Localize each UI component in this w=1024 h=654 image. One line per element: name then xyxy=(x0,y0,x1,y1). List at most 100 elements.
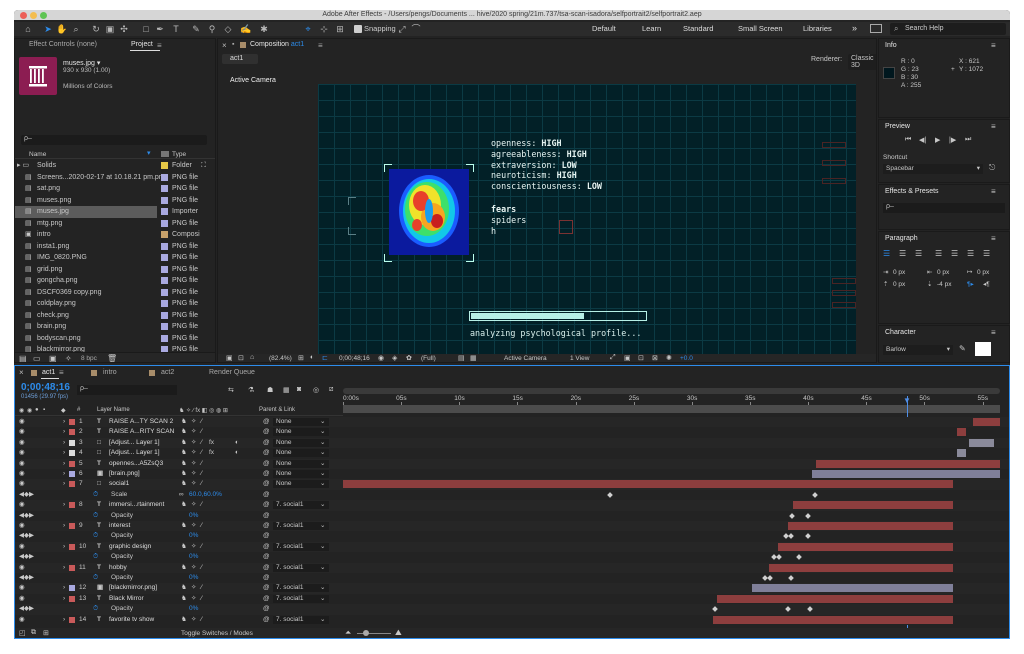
layer-duration-bar[interactable] xyxy=(968,438,995,447)
collapse-switch-icon[interactable]: ✧ xyxy=(191,542,196,552)
eye-icon[interactable]: ◉ xyxy=(19,469,25,479)
project-item-label-swatch[interactable] xyxy=(161,185,168,192)
play-icon[interactable]: ▶ xyxy=(935,136,940,144)
color-channel-icon[interactable]: ✿ xyxy=(406,354,412,362)
camera-dropdown[interactable]: Active Camera xyxy=(504,355,547,362)
pickwhip-icon[interactable]: @ xyxy=(263,459,270,469)
collapse-switch-icon[interactable]: ✧ xyxy=(191,563,196,573)
keyframe-marker[interactable] xyxy=(807,606,814,613)
layer-name[interactable]: Black Mirror xyxy=(109,594,144,604)
pickwhip-icon[interactable]: @ xyxy=(263,438,270,448)
layer-label-swatch[interactable] xyxy=(69,450,75,457)
eye-icon[interactable]: ◉ xyxy=(19,459,25,469)
stopwatch-icon[interactable]: ⏱ xyxy=(93,573,98,583)
frame-blending-icon[interactable]: ▦ xyxy=(283,386,290,394)
expand-chevron-icon[interactable]: › xyxy=(63,583,65,593)
eye-icon[interactable]: ◉ xyxy=(19,417,25,427)
timeline-layer-row[interactable]: ◉ › 13 T Black Mirror ♞ ✧ ∕ @7. social1 ⌄ xyxy=(15,593,1009,605)
previous-frame-icon[interactable]: ◀| xyxy=(919,136,926,144)
tab-project[interactable]: Project xyxy=(131,41,153,48)
align-center-icon[interactable]: ☰ xyxy=(899,249,906,258)
zoom-in-time-icon[interactable]: ⛰ xyxy=(395,628,402,638)
property-value[interactable]: 0% xyxy=(189,604,198,614)
align-right-icon[interactable]: ☰ xyxy=(915,249,922,258)
timeline-layer-row[interactable]: ◉ › 4 □ [Adjust... Layer 1] ♞ ✧ ∕ fx ◐ @ None ⌄ xyxy=(15,448,1009,459)
maximize-window-icon[interactable] xyxy=(40,12,47,19)
workspace-libraries[interactable]: Libraries xyxy=(803,24,832,33)
keyframe-nav-icon[interactable]: ◀◆▶ xyxy=(19,531,34,541)
adjustment-layer-icon[interactable]: ◐ xyxy=(235,438,239,448)
pickwhip-icon[interactable]: @ xyxy=(263,417,270,427)
stopwatch-icon[interactable]: ⏱ xyxy=(93,552,98,562)
expand-chevron-icon[interactable]: › xyxy=(63,417,65,427)
keyframe-nav-icon[interactable]: ◀◆▶ xyxy=(19,604,34,614)
vr-icon[interactable]: ⊡ xyxy=(238,354,244,362)
timeline-menu-icon[interactable]: ≡ xyxy=(59,368,64,377)
quality-switch-icon[interactable]: ∕ xyxy=(201,469,202,479)
space-after-value[interactable]: -4 px xyxy=(937,281,951,288)
tab-act1[interactable]: act1 xyxy=(42,369,55,376)
expand-chevron-icon[interactable]: › xyxy=(63,563,65,573)
view-axis-mode-icon[interactable]: ⊞ xyxy=(334,23,346,35)
pen-tool-icon[interactable]: ✒ xyxy=(154,23,166,35)
quality-switch-icon[interactable]: ∕ xyxy=(201,563,202,573)
project-item-label-swatch[interactable] xyxy=(161,265,168,273)
layer-name-header[interactable]: Layer Name xyxy=(97,407,130,413)
pickwhip-icon[interactable]: @ xyxy=(263,521,270,531)
shy-switch-icon[interactable]: ♞ xyxy=(181,427,187,437)
renderer-value[interactable]: Classic 3D xyxy=(848,54,876,70)
keyframe-marker[interactable] xyxy=(776,554,782,561)
timeline-icon[interactable]: ▣ xyxy=(624,354,631,362)
pickwhip-icon[interactable]: @ xyxy=(263,479,270,489)
quality-switch-icon[interactable]: ∕ xyxy=(201,521,202,531)
quality-switch-icon[interactable]: ∕ xyxy=(201,417,202,427)
shy-switch-icon[interactable]: ♞ xyxy=(181,500,187,510)
info-menu-icon[interactable]: ≡ xyxy=(991,41,996,50)
layer-name[interactable]: [Adjust... Layer 1] xyxy=(109,448,160,458)
shy-switch-icon[interactable]: ♞ xyxy=(181,521,187,531)
exposure-value[interactable]: +0.0 xyxy=(680,355,693,362)
close-timeline-icon[interactable]: × xyxy=(19,368,24,377)
quality-switch-icon[interactable]: ∕ xyxy=(201,479,202,489)
shy-switch-icon[interactable]: ♞ xyxy=(181,615,187,625)
eye-icon[interactable]: ◉ xyxy=(19,615,25,625)
project-item[interactable]: ▤ brain.png PNG file xyxy=(15,321,215,333)
world-axis-mode-icon[interactable]: ⊹ xyxy=(318,23,330,35)
snap-target-icon[interactable]: ⌒ xyxy=(410,23,422,35)
camera-tool-icon[interactable]: ▣ xyxy=(104,23,116,35)
expression-pickwhip-icon[interactable]: @ xyxy=(263,490,270,500)
rectangle-tool-icon[interactable]: □ xyxy=(140,23,152,35)
render-time-icon[interactable]: ◰ xyxy=(19,629,26,637)
expression-pickwhip-icon[interactable]: @ xyxy=(263,573,270,583)
layer-label-swatch[interactable] xyxy=(69,471,75,477)
layer-name[interactable]: RAISE A...TY SCAN 2 xyxy=(109,417,173,427)
justify-right-icon[interactable]: ☰ xyxy=(967,249,974,258)
timeline-layer-row[interactable]: ◉ › 9 Tinterest ♞ ✧ ∕ @7. social1 ⌄ xyxy=(15,521,1009,532)
next-frame-icon[interactable]: |▶ xyxy=(949,136,956,144)
timeline-property-row[interactable]: ◀◆▶ ⏱ Opacity 0% @ xyxy=(15,573,1009,584)
project-item-label-swatch[interactable] xyxy=(161,288,168,296)
timeline-property-row[interactable]: ◀◆▶ ⏱ Opacity 0% @ xyxy=(15,531,1009,542)
timeline-layer-row[interactable]: ◉ › 7 □ social1 ♞ ✧ ∕ @ None ⌄ xyxy=(15,479,1009,490)
quality-switch-icon[interactable]: ∕ xyxy=(201,594,202,604)
project-item[interactable]: ▸ ▭ Solids Folder ⛶ xyxy=(15,160,215,172)
expand-chevron-icon[interactable]: › xyxy=(63,500,65,510)
comp-navigator-tab[interactable]: act1 xyxy=(222,54,258,64)
eye-icon[interactable]: ◉ xyxy=(19,479,25,489)
pickwhip-icon[interactable]: @ xyxy=(263,469,270,479)
eraser-tool-icon[interactable]: ◇ xyxy=(222,23,234,35)
shy-switch-icon[interactable]: ♞ xyxy=(181,479,187,489)
project-item[interactable]: ▤ grid.png PNG file xyxy=(15,264,215,276)
workspace-standard[interactable]: Standard xyxy=(683,24,713,33)
timeline-layer-row[interactable]: ◉ › 1 T RAISE A...TY SCAN 2 ♞ ✧ ∕ @ None ⌄ xyxy=(15,417,1009,428)
tab-render-queue[interactable]: Render Queue xyxy=(209,369,255,376)
justify-left-icon[interactable]: ☰ xyxy=(935,249,942,258)
layer-label-swatch[interactable] xyxy=(69,429,75,436)
project-item-label-swatch[interactable] xyxy=(161,196,168,204)
first-frame-icon[interactable]: ⏮ xyxy=(905,136,911,144)
eye-icon[interactable]: ◉ xyxy=(19,542,25,552)
channel-icon[interactable]: ◐ xyxy=(310,354,314,361)
keyframe-marker[interactable] xyxy=(787,533,794,540)
stopwatch-icon[interactable]: ⏱ xyxy=(93,604,98,614)
tab-effect-controls[interactable]: Effect Controls (none) xyxy=(29,41,97,48)
